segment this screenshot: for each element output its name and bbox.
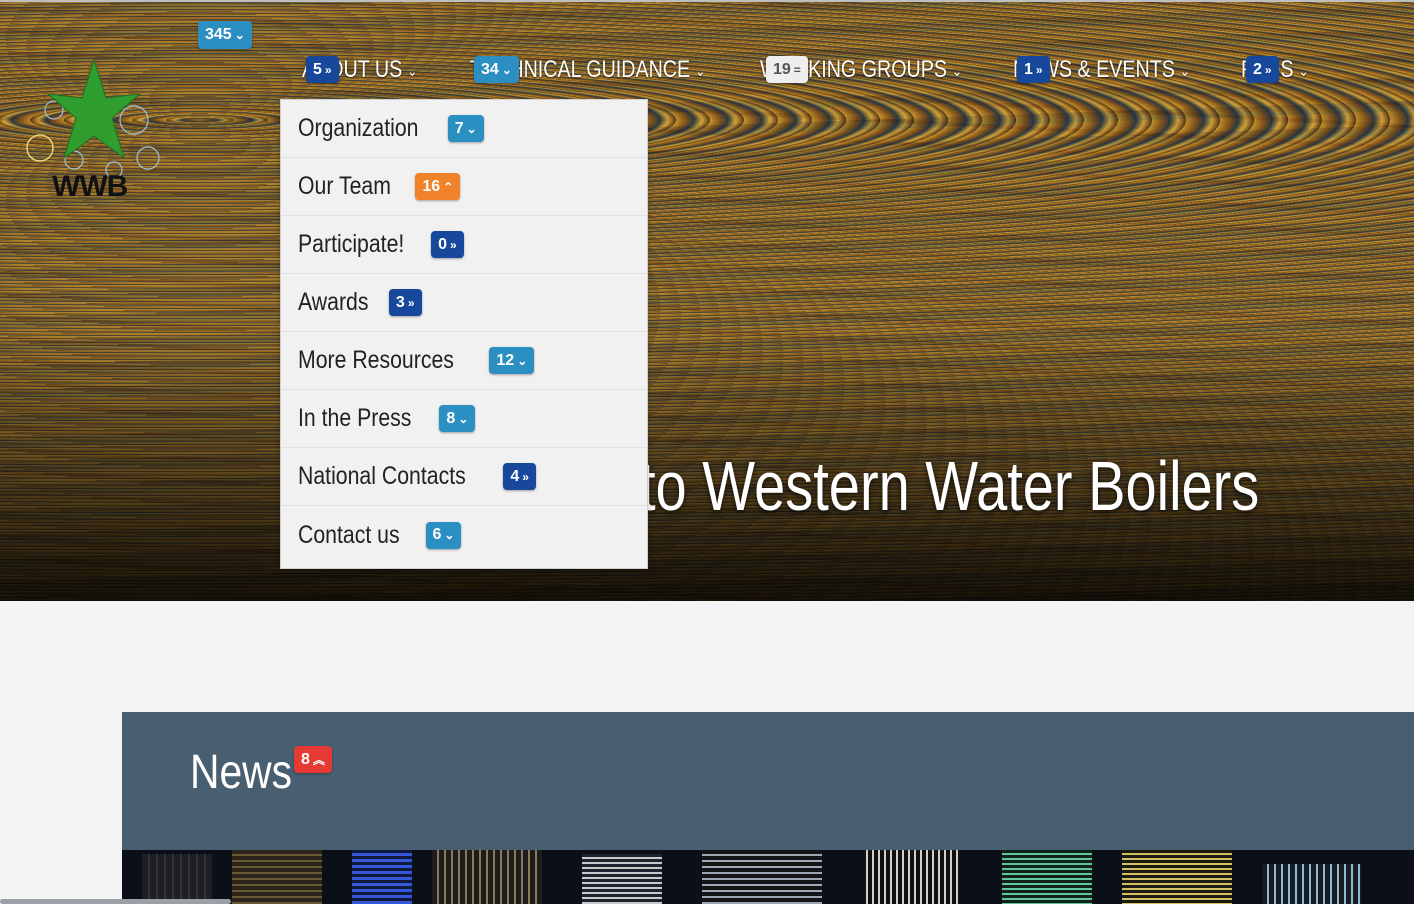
- dropdown-item-awards[interactable]: Awards 3»: [281, 274, 647, 332]
- dropdown-item-in-the-press[interactable]: In the Press 8 ⌄: [281, 390, 647, 448]
- badge-participate[interactable]: 0»: [431, 231, 464, 258]
- dropdown-item-label: Our Team: [298, 172, 391, 200]
- logo-text: WWB: [52, 170, 128, 203]
- chevron-down-icon: ⌄: [407, 62, 418, 80]
- double-chevron-down-icon: »: [449, 237, 457, 252]
- chevron-down-icon: ⌄: [951, 62, 963, 80]
- badge-awards[interactable]: 3»: [388, 289, 422, 316]
- horizontal-scrollbar[interactable]: [0, 899, 231, 904]
- dropdown-item-label: In the Press: [298, 404, 412, 432]
- chevron-up-icon: ⌃: [443, 179, 454, 194]
- badge-count: 19: [773, 60, 791, 78]
- double-chevron-down-icon: »: [324, 62, 332, 77]
- dropdown-item-label: Awards: [298, 288, 369, 316]
- chevron-down-icon: ⌄: [517, 353, 528, 368]
- dropdown-item-organization[interactable]: Organization 7 ⌄: [281, 100, 647, 158]
- double-chevron-up-icon: ︽: [312, 753, 325, 767]
- hero-title: to Western Water Boilers: [640, 447, 1260, 525]
- dropdown-item-our-team[interactable]: Our Team 16 ⌃: [281, 158, 647, 216]
- badge-count: 8: [446, 409, 456, 427]
- badge-faqs[interactable]: 2 »: [1246, 56, 1279, 83]
- dropdown-item-contact-us[interactable]: Contact us 6 ⌄: [281, 506, 647, 564]
- double-chevron-down-icon: »: [407, 295, 415, 310]
- badge-news-events[interactable]: 1 »: [1017, 56, 1050, 83]
- double-chevron-down-icon: »: [1264, 62, 1272, 77]
- badge-count: 0: [438, 235, 447, 253]
- badge-count: 345: [205, 26, 232, 43]
- badge-technical-guidance[interactable]: 34 ⌄: [474, 56, 519, 83]
- badge-count: 16: [422, 177, 441, 195]
- badge-count: 34: [481, 60, 499, 78]
- badge-more-resources[interactable]: 12 ⌄: [489, 347, 535, 374]
- about-us-dropdown: Organization 7 ⌄ Our Team 16 ⌃ Participate…: [280, 99, 648, 569]
- dropdown-item-label: Contact us: [298, 520, 400, 549]
- badge-logo[interactable]: 345 ⌄: [198, 21, 252, 49]
- dropdown-item-label: More Resources: [298, 346, 454, 374]
- chevron-down-icon: ⌄: [501, 62, 512, 77]
- badge-organization[interactable]: 7 ⌄: [447, 115, 484, 142]
- dropdown-item-label: Participate!: [298, 230, 405, 258]
- equals-icon: =: [793, 62, 801, 77]
- badge-count: 12: [496, 351, 515, 369]
- badge-count: 4: [510, 467, 520, 485]
- double-chevron-down-icon: »: [1035, 62, 1043, 77]
- city-skyline-image: [122, 850, 1414, 904]
- badge-count: 7: [454, 119, 464, 137]
- dropdown-item-label: National Contacts: [298, 462, 466, 490]
- badge-count: 2: [1253, 60, 1262, 78]
- chevron-down-icon: ⌄: [695, 62, 706, 80]
- dropdown-item-label: Organization: [298, 114, 419, 142]
- badge-about-us[interactable]: 5 »: [306, 56, 339, 83]
- badge-news-heading[interactable]: 8 ︽: [294, 746, 332, 773]
- dropdown-item-national-contacts[interactable]: National Contacts 4»: [281, 448, 647, 506]
- double-chevron-down-icon: »: [522, 469, 529, 484]
- badge-contact-us[interactable]: 6 ⌄: [425, 521, 462, 549]
- dropdown-item-participate[interactable]: Participate! 0»: [281, 216, 647, 274]
- chevron-down-icon: ⌄: [1298, 62, 1309, 80]
- badge-count: 3: [395, 293, 405, 311]
- badge-in-the-press[interactable]: 8 ⌄: [439, 405, 476, 432]
- badge-count: 5: [313, 60, 322, 78]
- top-divider: [0, 0, 1414, 2]
- chevron-down-icon: ⌄: [1179, 62, 1191, 80]
- chevron-down-icon: ⌄: [466, 121, 477, 136]
- main-nav: ABOUT US ⌄ TECHNICAL GUIDANCE ⌄ WORKING GR…: [0, 50, 1414, 90]
- badge-count: 6: [432, 526, 442, 543]
- chevron-down-icon: ⌄: [444, 528, 455, 542]
- chevron-down-icon: ⌄: [458, 411, 469, 426]
- badge-working-groups[interactable]: 19 =: [766, 56, 808, 83]
- chevron-down-icon: ⌄: [234, 28, 245, 42]
- badge-count: 1: [1024, 60, 1033, 78]
- news-panel: [122, 712, 1414, 850]
- news-heading: News: [190, 746, 293, 799]
- badge-count: 8: [301, 750, 310, 768]
- dropdown-item-more-resources[interactable]: More Resources 12 ⌄: [281, 332, 647, 390]
- badge-national-contacts[interactable]: 4»: [503, 463, 536, 490]
- badge-our-team[interactable]: 16 ⌃: [415, 173, 461, 200]
